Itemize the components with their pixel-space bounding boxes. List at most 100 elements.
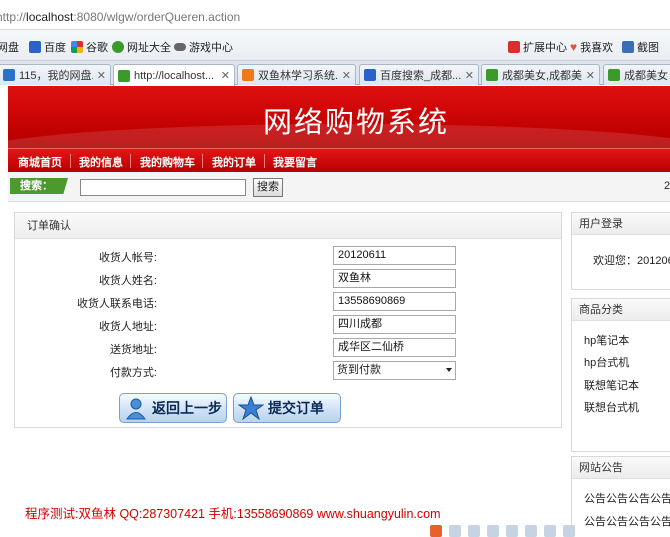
order-confirm-panel: 订单确认 收货人帐号: 20120611 收货人姓名: 双鱼林 收货人联系电话:…: [14, 212, 562, 428]
nav-divider: [264, 154, 265, 168]
ime-icon[interactable]: [468, 525, 480, 537]
nav-leave-message[interactable]: 我要留言: [273, 154, 317, 170]
submit-button-label: 提交订单: [268, 400, 324, 416]
bookmark-netdisk[interactable]: 网盘: [0, 39, 19, 55]
bookmark-label: 谷歌: [86, 42, 108, 54]
nav-divider: [202, 154, 203, 168]
notice-panel: 网站公告 公告公告公告公告公 公告公告公告公告公: [571, 456, 670, 537]
field-label: 收货人姓名:: [98, 275, 157, 287]
tab-label: 双鱼林学习系统...: [258, 70, 338, 82]
receiver-name-input[interactable]: 双鱼林: [333, 269, 456, 288]
ime-icon[interactable]: [563, 525, 575, 537]
bookmark-google[interactable]: 谷歌: [71, 39, 108, 55]
nav-home[interactable]: 商城首页: [18, 154, 62, 170]
notice-link[interactable]: 公告公告公告公告公: [584, 513, 670, 529]
nav-my-orders[interactable]: 我的订单: [212, 154, 256, 170]
payment-method-select[interactable]: 货到付款: [333, 361, 456, 380]
header-right-text: 2: [664, 180, 670, 192]
category-link[interactable]: hp笔记本: [584, 332, 629, 348]
ime-icon[interactable]: [544, 525, 556, 537]
field-receiver-name: 收货人姓名: 双鱼林: [15, 269, 563, 289]
tab-localhost[interactable]: http://localhost... ✕: [113, 64, 235, 86]
login-panel: 用户登录 欢迎您：201206: [571, 212, 670, 290]
field-label: 收货人地址:: [98, 321, 157, 333]
close-icon[interactable]: ✕: [586, 69, 595, 82]
site-title: 网络购物系统: [263, 105, 450, 139]
receiver-phone-input[interactable]: 13558690869: [333, 292, 456, 311]
bookmark-screenshot[interactable]: 截图: [622, 39, 659, 55]
ime-icon[interactable]: [506, 525, 518, 537]
gamepad-icon: [174, 43, 186, 51]
field-label: 送货地址:: [109, 344, 157, 356]
bookmark-site-nav[interactable]: 网址大全: [112, 39, 171, 55]
tab-label: 成都美女,成: [624, 70, 668, 82]
category-link[interactable]: hp台式机: [584, 354, 629, 370]
field-delivery-address: 送货地址: 成华区二仙桥: [15, 338, 563, 358]
bookmark-like[interactable]: ♥ 我喜欢: [570, 39, 613, 55]
tab-115[interactable]: 115，我的网盘... ✕: [0, 64, 111, 85]
person-icon: [126, 398, 146, 420]
order-confirm-heading: 订单确认: [15, 213, 561, 239]
bookmark-label: 截图: [637, 42, 659, 54]
close-icon[interactable]: ✕: [97, 69, 106, 82]
close-icon[interactable]: ✕: [221, 69, 230, 82]
url-text[interactable]: http://localhost:8080/wlgw/orderQueren.a…: [0, 10, 240, 24]
search-bar: 搜索： 搜索 2: [8, 172, 670, 202]
tab-chengdu-1[interactable]: 成都美女,成都美... ✕: [481, 64, 600, 85]
back-button[interactable]: 返回上一步: [119, 393, 227, 423]
bookmark-extension[interactable]: 扩展中心: [508, 39, 567, 55]
baidu-paw-icon: [364, 69, 376, 81]
heart-icon: ♥: [570, 40, 578, 54]
category-link[interactable]: 联想台式机: [584, 399, 639, 415]
tab-label: 成都美女,成都美...: [502, 70, 582, 82]
star-icon: [238, 396, 264, 420]
close-icon[interactable]: ✕: [342, 69, 351, 82]
baidu-paw-icon: [29, 41, 41, 53]
main-nav: 商城首页 我的信息 我的购物车 我的订单 我要留言: [8, 148, 670, 172]
receiver-address-input[interactable]: 四川成都: [333, 315, 456, 334]
site-banner: 网络购物系统: [8, 86, 670, 148]
bookmark-label: 网址大全: [127, 42, 171, 54]
bookmark-label: 游戏中心: [189, 42, 233, 54]
extension-icon: [508, 41, 520, 53]
page-icon: [608, 69, 620, 81]
tab-shuangyulin[interactable]: 双鱼林学习系统... ✕: [237, 64, 356, 85]
ime-icon[interactable]: [430, 525, 442, 537]
ime-toolbar: [430, 525, 575, 537]
notice-heading: 网站公告: [572, 457, 670, 479]
close-icon[interactable]: ✕: [465, 69, 474, 82]
nav-my-info[interactable]: 我的信息: [79, 154, 123, 170]
tab-baidu-search[interactable]: 百度搜索_成都... ✕: [359, 64, 479, 85]
search-button[interactable]: 搜索: [253, 178, 283, 197]
field-receiver-address: 收货人地址: 四川成都: [15, 315, 563, 335]
nav-my-cart[interactable]: 我的购物车: [140, 154, 195, 170]
chevron-down-icon: [446, 368, 452, 372]
bookmark-label: 扩展中心: [523, 42, 567, 54]
bookmark-games[interactable]: 游戏中心: [174, 39, 233, 55]
payment-method-value: 货到付款: [337, 364, 381, 376]
field-label: 收货人联系电话:: [76, 298, 157, 310]
ime-icon[interactable]: [487, 525, 499, 537]
ime-icon[interactable]: [449, 525, 461, 537]
submit-order-button[interactable]: 提交订单: [233, 393, 341, 423]
bookmark-baidu[interactable]: 百度: [29, 39, 66, 55]
nav-divider: [70, 154, 71, 168]
bookmark-label: 我喜欢: [580, 42, 614, 54]
site-nav-icon: [112, 41, 124, 53]
field-receiver-account: 收货人帐号: 20120611: [15, 246, 563, 266]
search-label: 搜索：: [10, 178, 68, 194]
shuangyulin-icon: [242, 69, 254, 81]
bookmark-label: 网盘: [0, 42, 19, 54]
nav-divider: [130, 154, 131, 168]
category-link[interactable]: 联想笔记本: [584, 377, 639, 393]
delivery-address-input[interactable]: 成华区二仙桥: [333, 338, 456, 357]
tab-label: 百度搜索_成都...: [380, 70, 461, 82]
notice-link[interactable]: 公告公告公告公告公: [584, 490, 670, 506]
receiver-account-input[interactable]: 20120611: [333, 246, 456, 265]
ime-icon[interactable]: [525, 525, 537, 537]
address-bar[interactable]: http://localhost:8080/wlgw/orderQueren.a…: [0, 0, 670, 30]
tab-chengdu-2[interactable]: 成都美女,成: [603, 64, 670, 85]
bookmarks-bar: 网盘 百度 谷歌 网址大全 游戏中心 扩展中心 ♥ 我喜欢 截图: [0, 30, 670, 61]
bookmark-label: 百度: [44, 42, 66, 54]
search-input[interactable]: [80, 179, 246, 196]
